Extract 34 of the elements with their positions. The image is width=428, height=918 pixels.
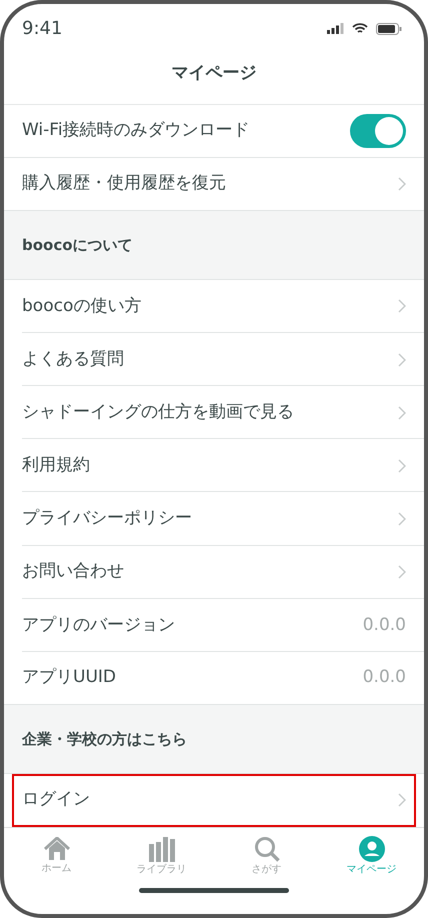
chevron-icon [398,565,406,580]
row-label: シャドーイングの仕方を動画で見る [22,400,294,424]
row-value: 0.0.0 [362,614,406,637]
section-header: 企業・学校の方はこちら [4,705,424,774]
wifi-icon [352,23,368,34]
chevron-icon [398,512,406,526]
row-label: Wi-Fi接続時のみダウンロード [22,118,250,142]
row-label: 利用規約 [22,454,90,478]
chevron-icon [398,793,406,808]
section-header: boocoについて [4,210,424,280]
chevron-icon [398,299,406,314]
row-label: アプリUUID [22,666,116,690]
chevron-icon [398,458,406,473]
row-label: アプリのバージョン [22,614,175,637]
status-time: 9:41 [22,17,62,42]
row-label: お問い合わせ [22,560,124,584]
home-icon [44,836,70,861]
chevron-icon [398,176,406,191]
row-label: ログイン [22,788,90,812]
row-label: よくある質問 [22,348,124,371]
toggle-switch[interactable] [350,114,406,148]
chevron-icon [398,352,406,367]
chevron-icon [398,406,406,420]
row-label: 購入履歴・使用履歴を復元 [22,172,226,196]
row-label: boocoの使い方 [22,294,142,318]
books-icon [148,836,176,862]
search-icon [254,836,280,862]
profile-icon [358,836,384,862]
settings-row[interactable]: Wi-Fi接続時のみダウンロード [4,104,424,158]
row-value: 0.0.0 [362,666,406,690]
settings-row[interactable]: ログイン [12,774,416,828]
battery-icon [376,22,402,35]
row-label: プライバシーポリシー [22,507,192,530]
signal-icon [327,23,344,34]
